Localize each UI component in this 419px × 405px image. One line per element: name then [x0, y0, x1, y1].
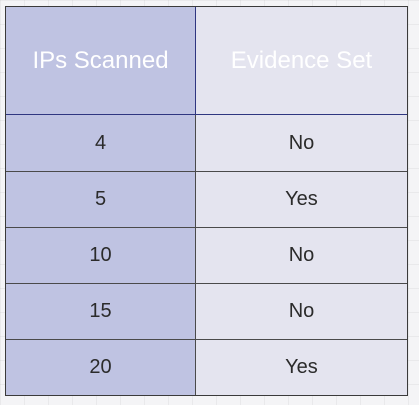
table-cell-evidence: No	[196, 115, 407, 171]
table-cell-evidence: Yes	[196, 171, 407, 227]
table-cell-ips: 10	[6, 227, 196, 283]
table-cell-ips: 4	[6, 115, 196, 171]
table-cell-evidence: Yes	[196, 339, 407, 395]
table-cell-ips: 15	[6, 283, 196, 339]
table-cell-evidence: No	[196, 283, 407, 339]
header-evidence-set: Evidence Set	[196, 7, 407, 115]
table-cell-evidence: No	[196, 227, 407, 283]
data-table: IPs Scanned Evidence Set 4 No 5 Yes 10 N…	[5, 6, 408, 396]
table-cell-ips: 5	[6, 171, 196, 227]
header-ips-scanned: IPs Scanned	[6, 7, 196, 115]
table-cell-ips: 20	[6, 339, 196, 395]
